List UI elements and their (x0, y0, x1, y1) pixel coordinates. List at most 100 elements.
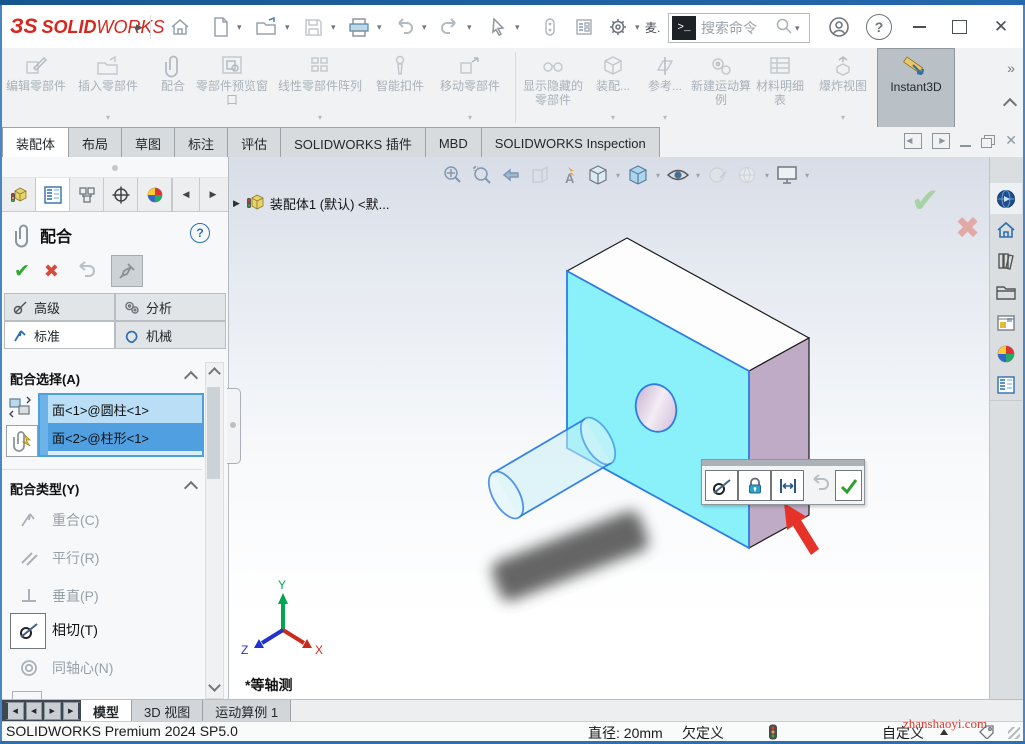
flyout-tree-item[interactable]: ▶ 装配体1 (默认) <默... (233, 193, 389, 214)
mate-cancel-button[interactable]: ✖ (44, 261, 59, 282)
mate-type-concentric[interactable]: 同轴心(N) (2, 651, 202, 685)
doc-tab-motion-study[interactable]: 运动算例 1 (203, 700, 291, 722)
app-close-button[interactable]: ✕ (986, 14, 1016, 40)
mate-type-tangent[interactable]: 相切(T) (2, 613, 202, 647)
tab-layout[interactable]: 布局 (69, 127, 122, 158)
help-icon[interactable]: ? (866, 14, 892, 40)
tab-display-manager[interactable] (138, 178, 172, 211)
tab-evaluate[interactable]: 评估 (228, 127, 281, 158)
ribbon-insert-component[interactable]: 插入零部件 ▾ (66, 48, 150, 127)
edit-appearance-icon[interactable] (706, 163, 730, 187)
tab-assembly[interactable]: 装配体 (2, 127, 69, 158)
insert-component-caret-icon[interactable]: ▾ (106, 111, 110, 125)
undo-caret-icon[interactable]: ▾ (422, 14, 427, 40)
ribbon-collapse-icon[interactable] (1005, 100, 1015, 113)
doc-minimize-button[interactable] (960, 145, 971, 147)
tab-property-manager[interactable] (36, 178, 70, 211)
ribbon-mate[interactable]: 配合 (150, 48, 196, 127)
panel-collapse-handle[interactable] (227, 388, 241, 464)
mate-type-coincident[interactable]: 重合(C) (2, 503, 202, 537)
assembly-features-caret-icon[interactable]: ▾ (611, 111, 615, 125)
ribbon-instant3d[interactable]: Instant3D (877, 48, 955, 129)
display-style-caret-icon[interactable]: ▾ (656, 171, 660, 180)
zoom-area-icon[interactable] (470, 163, 494, 187)
selection-item-2[interactable]: 面<2>@柱形<1> (48, 423, 202, 451)
mate-types-header[interactable]: 配合类型(Y) (10, 479, 79, 499)
home-tab[interactable] (990, 214, 1022, 246)
panel-help-icon[interactable]: ? (190, 223, 210, 243)
resources-tab[interactable] (990, 183, 1022, 215)
mate-type-partial-item[interactable] (12, 691, 42, 700)
scroll-thumb[interactable] (207, 387, 220, 479)
print-caret-icon[interactable]: ▾ (377, 14, 382, 40)
context-toolbar-grip[interactable] (702, 460, 864, 466)
tab-addins[interactable]: SOLIDWORKS 插件 (281, 127, 426, 158)
reference-geometry-caret-icon[interactable]: ▾ (663, 111, 667, 125)
nav-last-icon[interactable]: ▶ (63, 702, 82, 720)
mate-selections-header[interactable]: 配合选择(A) (10, 369, 80, 389)
fm-tabs-scroll-left-icon[interactable]: ◀ (172, 178, 199, 211)
tab-annotate[interactable]: 标注 (175, 127, 228, 158)
previous-view-icon[interactable] (499, 163, 523, 187)
ribbon-overflow-icon[interactable]: » (1007, 60, 1015, 76)
selection-item-1[interactable]: 面<1>@圆柱<1> (48, 395, 202, 423)
view-settings-caret-icon[interactable]: ▾ (805, 171, 809, 180)
section-view-icon[interactable] (528, 163, 552, 187)
ribbon-reference-geometry[interactable]: 参考... ▾ (639, 48, 691, 127)
selection-pill-icon[interactable] (540, 14, 560, 40)
pane-right-icon[interactable]: ▶ (932, 133, 950, 149)
search-magnifier-icon[interactable] (775, 17, 793, 40)
app-maximize-button[interactable] (944, 14, 974, 40)
new-file-icon[interactable] (210, 14, 232, 40)
mate-pin-button[interactable] (111, 255, 143, 287)
design-library-tab[interactable] (990, 245, 1022, 277)
file-explorer-tab[interactable] (990, 276, 1022, 308)
mate-selection-listbox[interactable]: 面<1>@圆柱<1> 面<2>@柱形<1> (38, 393, 204, 457)
ribbon-component-preview[interactable]: 零部件预览窗口 (196, 48, 268, 127)
redo-icon[interactable] (438, 14, 462, 40)
panel-grip[interactable] (2, 157, 228, 178)
multi-mate-icon[interactable] (7, 395, 33, 424)
options-caret-icon[interactable]: ▾ (635, 14, 640, 40)
ribbon-edit-component[interactable]: 编辑零部件 (6, 48, 66, 127)
open-file-icon[interactable] (254, 14, 280, 40)
tab-mbd[interactable]: MBD (426, 127, 482, 158)
context-distance-button[interactable] (771, 470, 804, 501)
save-icon[interactable] (301, 14, 325, 40)
linear-pattern-caret-icon[interactable]: ▾ (318, 111, 322, 125)
context-ok-button[interactable] (835, 470, 862, 501)
tab-sketch[interactable]: 草图 (122, 127, 175, 158)
select-caret-icon[interactable]: ▾ (515, 14, 520, 40)
selections-collapse-chevron-icon[interactable] (184, 371, 198, 385)
app-minimize-button[interactable] (904, 14, 934, 40)
doc-tab-3d-views[interactable]: 3D 视图 (132, 700, 203, 722)
ribbon-assembly-features[interactable]: 装配... ▾ (587, 48, 639, 127)
panel-scrollbar[interactable] (205, 362, 224, 699)
mode-tab-analysis[interactable]: 分析 (115, 293, 226, 321)
mode-tab-standard[interactable]: 标准 (4, 321, 115, 349)
mate-type-perpendicular[interactable]: 垂直(P) (2, 579, 202, 613)
zoom-fit-icon[interactable] (441, 163, 465, 187)
tab-dimxpert-manager[interactable] (104, 178, 138, 211)
exploded-view-caret-icon[interactable]: ▾ (841, 111, 845, 125)
open-file-caret-icon[interactable]: ▾ (285, 14, 290, 40)
hide-show-items-icon[interactable] (666, 163, 690, 187)
tree-expand-icon[interactable]: ▶ (233, 198, 240, 209)
options-gear-icon[interactable] (606, 14, 630, 40)
view-palette-tab[interactable] (990, 307, 1022, 339)
select-cursor-icon[interactable] (487, 14, 509, 40)
display-style-icon[interactable] (626, 163, 650, 187)
hide-show-caret-icon[interactable]: ▾ (696, 171, 700, 180)
home-icon[interactable] (168, 14, 192, 40)
ribbon-new-motion-study[interactable]: 新建运动算例 (691, 48, 751, 127)
confirmation-check-icon[interactable]: ✔ (911, 181, 940, 221)
save-caret-icon[interactable]: ▾ (331, 14, 336, 40)
ribbon-move-component[interactable]: 移动零部件 ▾ (428, 48, 512, 127)
checklist-icon[interactable] (572, 14, 596, 40)
custom-properties-tab[interactable] (990, 369, 1022, 401)
graphics-viewport[interactable]: Y X Z A ▾ ▾ ▾ ▾ ▾ ▶ (229, 157, 990, 699)
menu-flyout-arrow[interactable]: ▶ (136, 14, 143, 40)
nav-next-icon[interactable]: ▶ (44, 702, 61, 720)
resize-grip-icon[interactable] (1008, 727, 1020, 739)
redo-caret-icon[interactable]: ▾ (467, 14, 472, 40)
